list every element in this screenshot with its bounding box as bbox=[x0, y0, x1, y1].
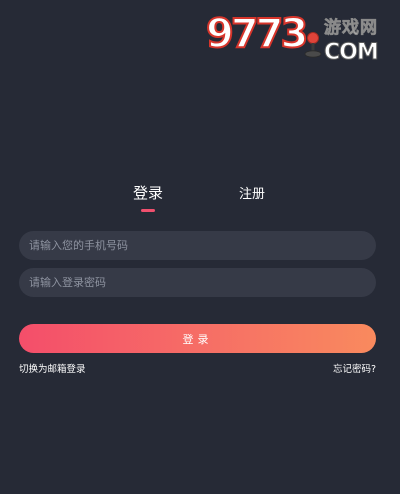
login-button[interactable]: 登录 bbox=[19, 324, 376, 353]
active-tab-indicator bbox=[141, 209, 155, 212]
joystick-icon bbox=[304, 32, 322, 58]
tab-register[interactable]: 注册 bbox=[239, 188, 265, 201]
switch-to-email-login-link[interactable]: 切换为邮箱登录 bbox=[19, 365, 86, 375]
watermark-logo: 9773 游戏网 COM bbox=[205, 11, 386, 72]
watermark-domain: COM bbox=[324, 40, 380, 65]
watermark-site-name: 游戏网 bbox=[324, 18, 378, 38]
tab-login[interactable]: 登录 bbox=[133, 186, 163, 201]
forgot-password-link[interactable]: 忘记密码? bbox=[333, 365, 376, 375]
phone-input[interactable] bbox=[19, 231, 376, 260]
password-input[interactable] bbox=[19, 268, 376, 297]
watermark-digits: 9773 bbox=[205, 11, 309, 57]
